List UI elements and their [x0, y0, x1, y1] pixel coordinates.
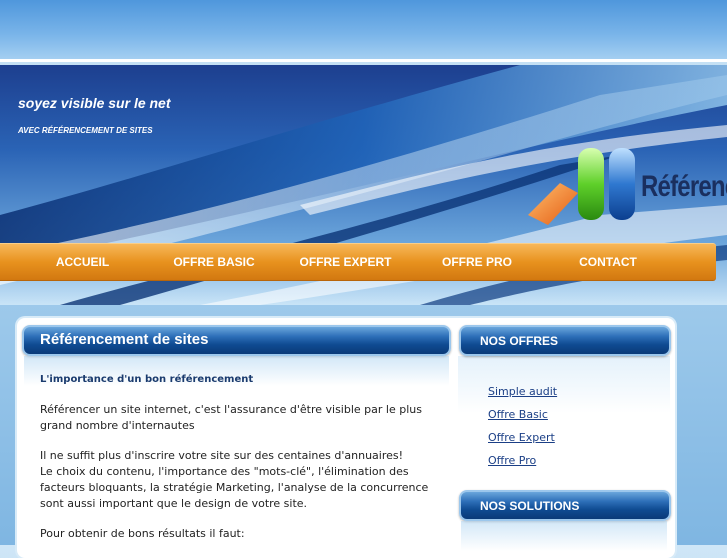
nav-accueil[interactable]: ACCUEIL: [20, 244, 145, 280]
logo-text: Référenc: [641, 170, 727, 203]
banner-tagline: soyez visible sur le net: [18, 95, 171, 111]
nav-offre-basic[interactable]: OFFRE BASIC: [150, 244, 278, 280]
nav-offre-expert[interactable]: OFFRE EXPERT: [283, 244, 408, 280]
main-content: L'importance d'un bon référencement Réfé…: [40, 372, 430, 546]
content-heading: L'importance d'un bon référencement: [40, 374, 254, 385]
paragraph-3: Le choix du contenu, l'importance des "m…: [40, 465, 429, 510]
link-offre-basic[interactable]: Offre Basic: [488, 405, 557, 428]
offres-link-list: Simple audit Offre Basic Offre Expert Of…: [488, 382, 557, 474]
main-navigation: ACCUEIL OFFRE BASIC OFFRE EXPERT OFFRE P…: [0, 243, 716, 281]
page-title: Référencement de sites: [40, 331, 209, 348]
nav-contact[interactable]: CONTACT: [545, 244, 671, 280]
paragraph-2: Il ne suffit plus d'inscrire votre site …: [40, 449, 404, 462]
nav-offre-pro[interactable]: OFFRE PRO: [414, 244, 540, 280]
paragraph-4: Pour obtenir de bons résultats il faut:: [40, 527, 245, 540]
solutions-title: NOS SOLUTIONS: [480, 499, 580, 513]
paragraph-1: Référencer un site internet, c'est l'ass…: [40, 403, 422, 432]
solutions-title-glow: [461, 521, 667, 551]
banner-subtagline: AVEC RÉFÉRENCEMENT DE SITES: [18, 126, 153, 135]
top-strip: [0, 0, 727, 62]
link-offre-expert[interactable]: Offre Expert: [488, 428, 557, 451]
link-simple-audit[interactable]: Simple audit: [488, 382, 557, 405]
offres-title: NOS OFFRES: [480, 334, 559, 348]
link-offre-pro[interactable]: Offre Pro: [488, 451, 557, 474]
